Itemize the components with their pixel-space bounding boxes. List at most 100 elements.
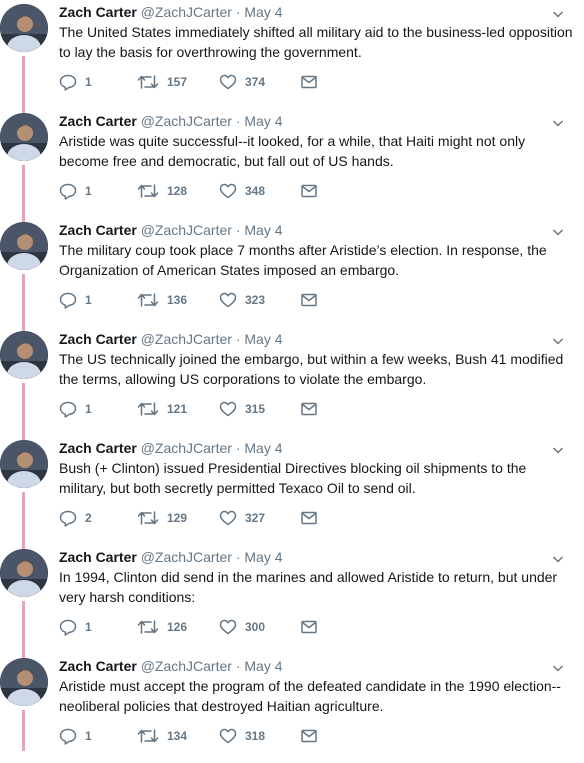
tweet-actions: 1 136 323 xyxy=(59,290,339,310)
reply-icon xyxy=(59,183,77,200)
chevron-down-icon[interactable] xyxy=(552,226,564,238)
author-name[interactable]: Zach Carter xyxy=(59,4,137,20)
tweet[interactable]: Zach Carter @ZachJCarter · May 4 The Uni… xyxy=(0,0,584,161)
retweet-icon xyxy=(137,728,159,744)
reply-icon xyxy=(59,74,77,91)
retweet-button[interactable]: 157 xyxy=(137,72,187,92)
tweet-header: Zach Carter @ZachJCarter · May 4 xyxy=(59,112,283,130)
reply-button[interactable]: 1 xyxy=(59,290,92,310)
like-button[interactable]: 318 xyxy=(219,726,265,746)
avatar[interactable] xyxy=(0,113,48,161)
author-name[interactable]: Zach Carter xyxy=(59,549,137,565)
tweet-header: Zach Carter @ZachJCarter · May 4 xyxy=(59,548,283,566)
direct-message-button[interactable] xyxy=(301,617,317,637)
heart-icon xyxy=(219,619,237,635)
envelope-icon xyxy=(301,184,317,198)
chevron-down-icon[interactable] xyxy=(552,117,564,129)
retweet-button[interactable]: 121 xyxy=(137,399,187,419)
like-button[interactable]: 323 xyxy=(219,290,265,310)
tweet[interactable]: Zach Carter @ZachJCarter · May 4 The mil… xyxy=(0,218,584,379)
tweet-date[interactable]: May 4 xyxy=(244,549,282,565)
direct-message-button[interactable] xyxy=(301,726,317,746)
avatar[interactable] xyxy=(0,331,48,379)
like-count: 315 xyxy=(245,402,266,416)
reply-button[interactable]: 1 xyxy=(59,72,92,92)
author-handle[interactable]: @ZachJCarter xyxy=(141,113,232,129)
chevron-down-icon[interactable] xyxy=(552,553,564,565)
reply-button[interactable]: 1 xyxy=(59,181,92,201)
tweet[interactable]: Zach Carter @ZachJCarter · May 4 Aristid… xyxy=(0,109,584,270)
tweet-actions: 2 129 327 xyxy=(59,508,339,528)
separator-dot: · xyxy=(235,549,241,565)
author-name[interactable]: Zach Carter xyxy=(59,113,137,129)
reply-button[interactable]: 1 xyxy=(59,617,92,637)
tweet-date[interactable]: May 4 xyxy=(244,4,282,20)
avatar[interactable] xyxy=(0,658,48,706)
author-handle[interactable]: @ZachJCarter xyxy=(141,549,232,565)
retweet-icon xyxy=(137,401,159,417)
like-button[interactable]: 327 xyxy=(219,508,265,528)
reply-count: 1 xyxy=(85,293,92,307)
envelope-icon xyxy=(301,620,317,634)
reply-button[interactable]: 2 xyxy=(59,508,92,528)
tweet-actions: 1 157 374 xyxy=(59,72,339,92)
direct-message-button[interactable] xyxy=(301,72,317,92)
author-handle[interactable]: @ZachJCarter xyxy=(141,222,232,238)
avatar[interactable] xyxy=(0,549,48,597)
tweet-date[interactable]: May 4 xyxy=(244,658,282,674)
author-name[interactable]: Zach Carter xyxy=(59,222,137,238)
author-name[interactable]: Zach Carter xyxy=(59,331,137,347)
retweet-button[interactable]: 128 xyxy=(137,181,187,201)
tweet[interactable]: Zach Carter @ZachJCarter · May 4 Bush (+… xyxy=(0,436,584,597)
tweet-header: Zach Carter @ZachJCarter · May 4 xyxy=(59,439,283,457)
tweet[interactable]: Zach Carter @ZachJCarter · May 4 The US … xyxy=(0,327,584,488)
tweet-header: Zach Carter @ZachJCarter · May 4 xyxy=(59,221,283,239)
like-button[interactable]: 300 xyxy=(219,617,265,637)
author-handle[interactable]: @ZachJCarter xyxy=(141,440,232,456)
reply-icon xyxy=(59,619,77,636)
chevron-down-icon[interactable] xyxy=(552,335,564,347)
tweet-date[interactable]: May 4 xyxy=(244,440,282,456)
direct-message-button[interactable] xyxy=(301,290,317,310)
tweet[interactable]: Zach Carter @ZachJCarter · May 4 Aristid… xyxy=(0,654,584,763)
direct-message-button[interactable] xyxy=(301,399,317,419)
avatar[interactable] xyxy=(0,4,48,52)
tweet-date[interactable]: May 4 xyxy=(244,113,282,129)
tweet[interactable]: Zach Carter @ZachJCarter · May 4 In 1994… xyxy=(0,545,584,706)
like-count: 348 xyxy=(245,184,266,198)
avatar[interactable] xyxy=(0,440,48,488)
chevron-down-icon[interactable] xyxy=(552,444,564,456)
retweet-button[interactable]: 126 xyxy=(137,617,187,637)
like-button[interactable]: 348 xyxy=(219,181,265,201)
reply-button[interactable]: 1 xyxy=(59,726,92,746)
like-count: 327 xyxy=(245,511,266,525)
like-count: 318 xyxy=(245,729,266,743)
retweet-count: 134 xyxy=(167,729,188,743)
reply-count: 1 xyxy=(85,184,92,198)
retweet-button[interactable]: 129 xyxy=(137,508,187,528)
reply-count: 1 xyxy=(85,729,92,743)
author-name[interactable]: Zach Carter xyxy=(59,440,137,456)
chevron-down-icon[interactable] xyxy=(552,662,564,674)
author-handle[interactable]: @ZachJCarter xyxy=(141,658,232,674)
tweet-date[interactable]: May 4 xyxy=(244,331,282,347)
separator-dot: · xyxy=(235,222,241,238)
separator-dot: · xyxy=(235,4,241,20)
retweet-button[interactable]: 136 xyxy=(137,290,187,310)
tweet-text: The United States immediately shifted al… xyxy=(59,24,573,60)
like-button[interactable]: 315 xyxy=(219,399,265,419)
tweet-date[interactable]: May 4 xyxy=(244,222,282,238)
author-name[interactable]: Zach Carter xyxy=(59,658,137,674)
thread-line xyxy=(22,710,25,751)
direct-message-button[interactable] xyxy=(301,508,317,528)
tweet-text: Aristide was quite successful--it looked… xyxy=(59,133,526,169)
direct-message-button[interactable] xyxy=(301,181,317,201)
author-handle[interactable]: @ZachJCarter xyxy=(141,331,232,347)
like-button[interactable]: 374 xyxy=(219,72,265,92)
author-handle[interactable]: @ZachJCarter xyxy=(141,4,232,20)
retweet-button[interactable]: 134 xyxy=(137,726,187,746)
reply-button[interactable]: 1 xyxy=(59,399,92,419)
avatar[interactable] xyxy=(0,222,48,270)
like-count: 300 xyxy=(245,620,266,634)
chevron-down-icon[interactable] xyxy=(552,8,564,20)
